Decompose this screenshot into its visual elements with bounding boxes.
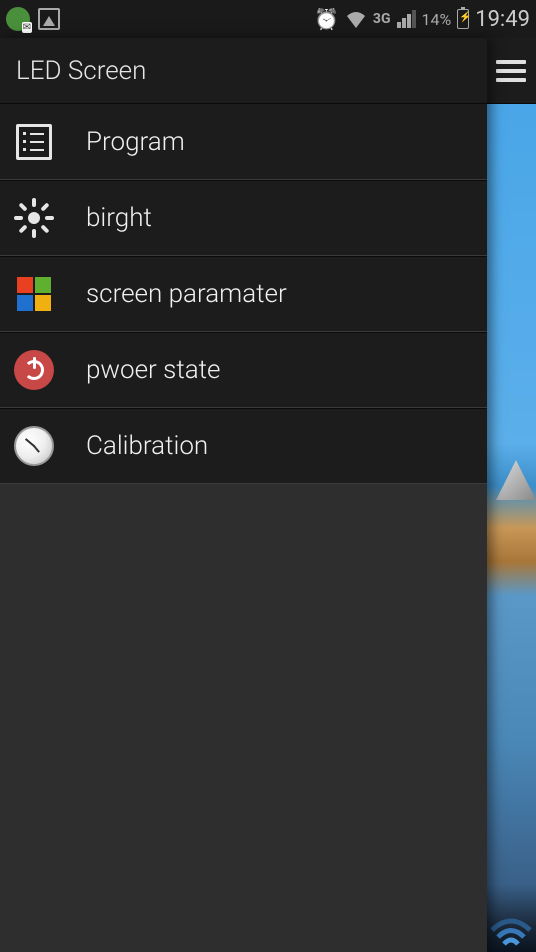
brightness-icon <box>12 196 56 240</box>
menu-item-power-state[interactable]: pwoer state <box>0 332 487 408</box>
mountain-graphic <box>496 460 536 500</box>
notification-icon <box>6 7 30 31</box>
navigation-drawer: LED Screen Program birght sc <box>0 38 487 952</box>
photo-notification-icon <box>38 8 60 30</box>
signal-icon <box>397 10 416 28</box>
battery-percent: 14% <box>422 10 452 29</box>
wifi-icon <box>345 10 367 28</box>
network-type: 3G <box>373 11 391 27</box>
drawer-empty-area <box>0 484 487 952</box>
windows-icon <box>12 272 56 316</box>
menu-label: screen paramater <box>86 279 287 309</box>
menu-label: birght <box>86 203 152 233</box>
menu-label: Calibration <box>86 431 208 461</box>
clock-icon <box>12 424 56 468</box>
menu-item-bright[interactable]: birght <box>0 180 487 256</box>
status-right-icons: 3G 14% 19:49 <box>314 7 530 32</box>
battery-icon <box>457 9 469 29</box>
menu-label: Program <box>86 127 185 157</box>
menu-item-screen-parameter[interactable]: screen paramater <box>0 256 487 332</box>
alarm-icon <box>314 7 339 31</box>
wifi-status-icon <box>490 918 532 948</box>
status-bar: 3G 14% 19:49 <box>0 0 536 38</box>
power-icon <box>12 348 56 392</box>
status-left-icons <box>6 7 60 31</box>
menu-list: Program birght screen paramater <box>0 104 487 484</box>
drawer-title: LED Screen <box>0 38 487 104</box>
menu-item-calibration[interactable]: Calibration <box>0 408 487 484</box>
menu-item-program[interactable]: Program <box>0 104 487 180</box>
hamburger-menu-icon[interactable] <box>496 60 526 82</box>
menu-label: pwoer state <box>86 355 220 385</box>
status-time: 19:49 <box>475 7 530 32</box>
list-icon <box>12 120 56 164</box>
